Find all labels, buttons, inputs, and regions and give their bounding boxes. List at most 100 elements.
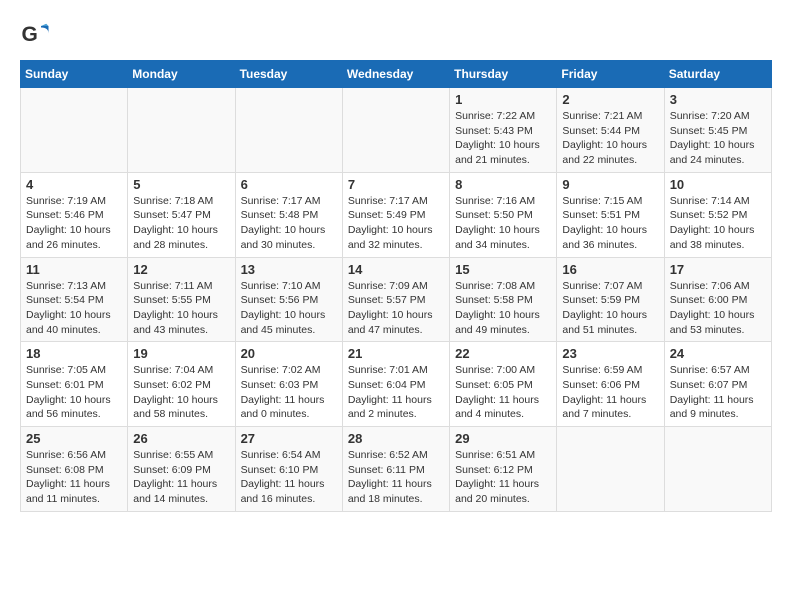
calendar-day: 9 Sunrise: 7:15 AM Sunset: 5:51 PM Daylig… [557,172,664,257]
day-info: Sunrise: 7:22 AM Sunset: 5:43 PM Dayligh… [455,109,551,168]
day-info: Sunrise: 6:51 AM Sunset: 6:12 PM Dayligh… [455,448,551,507]
calendar-day: 23 Sunrise: 6:59 AM Sunset: 6:06 PM Dayli… [557,342,664,427]
day-number: 18 [26,346,122,361]
calendar-day: 1 Sunrise: 7:22 AM Sunset: 5:43 PM Daylig… [450,88,557,173]
calendar-day: 15 Sunrise: 7:08 AM Sunset: 5:58 PM Dayli… [450,257,557,342]
day-number: 7 [348,177,444,192]
day-info: Sunrise: 7:02 AM Sunset: 6:03 PM Dayligh… [241,363,337,422]
day-info: Sunrise: 6:57 AM Sunset: 6:07 PM Dayligh… [670,363,766,422]
day-number: 1 [455,92,551,107]
calendar-day: 17Sunrise: 7:06 AM Sunset: 6:00 PM Dayli… [664,257,771,342]
calendar-day [557,427,664,512]
day-number: 20 [241,346,337,361]
day-info: Sunrise: 7:09 AM Sunset: 5:57 PM Dayligh… [348,279,444,338]
calendar-day: 3 Sunrise: 7:20 AM Sunset: 5:45 PM Daylig… [664,88,771,173]
day-info: Sunrise: 7:17 AM Sunset: 5:49 PM Dayligh… [348,194,444,253]
day-info: Sunrise: 7:18 AM Sunset: 5:47 PM Dayligh… [133,194,229,253]
day-number: 19 [133,346,229,361]
calendar-day: 28Sunrise: 6:52 AM Sunset: 6:11 PM Dayli… [342,427,449,512]
day-number: 16 [562,262,658,277]
calendar-week-5: 25 Sunrise: 6:56 AM Sunset: 6:08 PM Dayli… [21,427,772,512]
calendar-week-1: 1 Sunrise: 7:22 AM Sunset: 5:43 PM Daylig… [21,88,772,173]
calendar-body: 1 Sunrise: 7:22 AM Sunset: 5:43 PM Daylig… [21,88,772,512]
day-number: 15 [455,262,551,277]
calendar-day: 29Sunrise: 6:51 AM Sunset: 6:12 PM Dayli… [450,427,557,512]
day-number: 14 [348,262,444,277]
day-info: Sunrise: 7:05 AM Sunset: 6:01 PM Dayligh… [26,363,122,422]
day-number: 11 [26,262,122,277]
day-info: Sunrise: 7:01 AM Sunset: 6:04 PM Dayligh… [348,363,444,422]
day-header-thursday: Thursday [450,61,557,88]
day-number: 9 [562,177,658,192]
day-number: 4 [26,177,122,192]
day-number: 24 [670,346,766,361]
calendar-day [128,88,235,173]
calendar-day: 12 Sunrise: 7:11 AM Sunset: 5:55 PM Dayli… [128,257,235,342]
day-number: 13 [241,262,337,277]
calendar-day: 4 Sunrise: 7:19 AM Sunset: 5:46 PM Daylig… [21,172,128,257]
calendar-day: 25 Sunrise: 6:56 AM Sunset: 6:08 PM Dayli… [21,427,128,512]
day-header-wednesday: Wednesday [342,61,449,88]
day-info: Sunrise: 7:19 AM Sunset: 5:46 PM Dayligh… [26,194,122,253]
calendar-day: 13 Sunrise: 7:10 AM Sunset: 5:56 PM Dayli… [235,257,342,342]
day-header-monday: Monday [128,61,235,88]
day-info: Sunrise: 7:21 AM Sunset: 5:44 PM Dayligh… [562,109,658,168]
day-number: 12 [133,262,229,277]
calendar-day: 14 Sunrise: 7:09 AM Sunset: 5:57 PM Dayli… [342,257,449,342]
calendar-day: 27 Sunrise: 6:54 AM Sunset: 6:10 PM Dayli… [235,427,342,512]
calendar-day: 18 Sunrise: 7:05 AM Sunset: 6:01 PM Dayli… [21,342,128,427]
calendar-day: 6Sunrise: 7:17 AM Sunset: 5:48 PM Daylig… [235,172,342,257]
day-info: Sunrise: 7:16 AM Sunset: 5:50 PM Dayligh… [455,194,551,253]
day-info: Sunrise: 6:59 AM Sunset: 6:06 PM Dayligh… [562,363,658,422]
day-info: Sunrise: 7:11 AM Sunset: 5:55 PM Dayligh… [133,279,229,338]
calendar-day [664,427,771,512]
calendar-day [342,88,449,173]
day-info: Sunrise: 6:52 AM Sunset: 6:11 PM Dayligh… [348,448,444,507]
day-number: 8 [455,177,551,192]
calendar-day: 24 Sunrise: 6:57 AM Sunset: 6:07 PM Dayli… [664,342,771,427]
day-info: Sunrise: 7:07 AM Sunset: 5:59 PM Dayligh… [562,279,658,338]
day-info: Sunrise: 7:14 AM Sunset: 5:52 PM Dayligh… [670,194,766,253]
calendar-day: 2 Sunrise: 7:21 AM Sunset: 5:44 PM Daylig… [557,88,664,173]
calendar-week-4: 18 Sunrise: 7:05 AM Sunset: 6:01 PM Dayli… [21,342,772,427]
day-header-saturday: Saturday [664,61,771,88]
day-header-friday: Friday [557,61,664,88]
calendar-header: SundayMondayTuesdayWednesdayThursdayFrid… [21,61,772,88]
day-number: 23 [562,346,658,361]
day-header-sunday: Sunday [21,61,128,88]
day-number: 10 [670,177,766,192]
calendar-day: 16 Sunrise: 7:07 AM Sunset: 5:59 PM Dayli… [557,257,664,342]
day-info: Sunrise: 7:00 AM Sunset: 6:05 PM Dayligh… [455,363,551,422]
day-info: Sunrise: 7:20 AM Sunset: 5:45 PM Dayligh… [670,109,766,168]
day-number: 25 [26,431,122,446]
day-info: Sunrise: 6:56 AM Sunset: 6:08 PM Dayligh… [26,448,122,507]
calendar-day: 21 Sunrise: 7:01 AM Sunset: 6:04 PM Dayli… [342,342,449,427]
day-info: Sunrise: 7:04 AM Sunset: 6:02 PM Dayligh… [133,363,229,422]
calendar-day: 10 Sunrise: 7:14 AM Sunset: 5:52 PM Dayli… [664,172,771,257]
day-number: 3 [670,92,766,107]
calendar-week-2: 4 Sunrise: 7:19 AM Sunset: 5:46 PM Daylig… [21,172,772,257]
day-number: 6 [241,177,337,192]
calendar-week-3: 11Sunrise: 7:13 AM Sunset: 5:54 PM Dayli… [21,257,772,342]
calendar-day: 7 Sunrise: 7:17 AM Sunset: 5:49 PM Daylig… [342,172,449,257]
day-number: 2 [562,92,658,107]
calendar-day: 8 Sunrise: 7:16 AM Sunset: 5:50 PM Daylig… [450,172,557,257]
calendar-day: 19 Sunrise: 7:04 AM Sunset: 6:02 PM Dayli… [128,342,235,427]
calendar-day: 26Sunrise: 6:55 AM Sunset: 6:09 PM Dayli… [128,427,235,512]
calendar-table: SundayMondayTuesdayWednesdayThursdayFrid… [20,60,772,512]
page-header: G [20,20,772,50]
calendar-day: 22 Sunrise: 7:00 AM Sunset: 6:05 PM Dayli… [450,342,557,427]
svg-text:G: G [22,23,38,46]
calendar-day: 5Sunrise: 7:18 AM Sunset: 5:47 PM Daylig… [128,172,235,257]
day-number: 21 [348,346,444,361]
day-number: 27 [241,431,337,446]
day-info: Sunrise: 7:15 AM Sunset: 5:51 PM Dayligh… [562,194,658,253]
day-info: Sunrise: 6:55 AM Sunset: 6:09 PM Dayligh… [133,448,229,507]
day-info: Sunrise: 7:08 AM Sunset: 5:58 PM Dayligh… [455,279,551,338]
logo: G [20,20,54,50]
calendar-day: 20 Sunrise: 7:02 AM Sunset: 6:03 PM Dayli… [235,342,342,427]
day-info: Sunrise: 7:06 AM Sunset: 6:00 PM Dayligh… [670,279,766,338]
day-info: Sunrise: 6:54 AM Sunset: 6:10 PM Dayligh… [241,448,337,507]
day-info: Sunrise: 7:10 AM Sunset: 5:56 PM Dayligh… [241,279,337,338]
day-number: 22 [455,346,551,361]
